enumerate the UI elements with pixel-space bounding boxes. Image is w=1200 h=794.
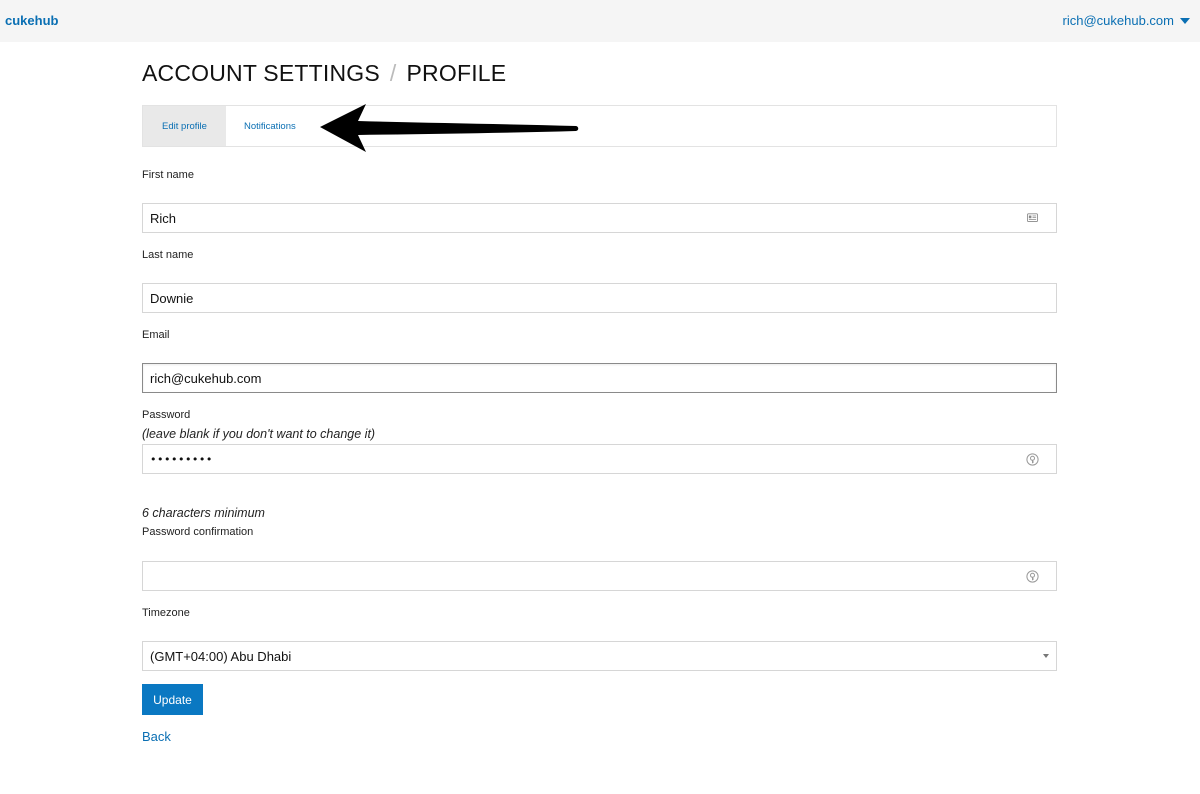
email-input[interactable]	[150, 365, 1010, 391]
caret-down-icon	[1180, 18, 1190, 24]
password-key-icon[interactable]	[1026, 453, 1039, 466]
timezone-selected-value: (GMT+04:00) Abu Dhabi	[150, 648, 292, 664]
password-hint: (leave blank if you don't want to change…	[142, 427, 376, 441]
annotation-arrow	[320, 104, 579, 152]
title-profile: PROFILE	[406, 60, 507, 86]
title-account-settings: ACCOUNT SETTINGS	[142, 60, 380, 86]
password-key-icon[interactable]	[1026, 570, 1039, 583]
title-separator: /	[389, 60, 397, 86]
contact-card-icon[interactable]	[1026, 213, 1039, 224]
top-navbar: cukehub rich@cukehub.com	[0, 0, 1200, 42]
tab-edit-profile[interactable]: Edit profile	[143, 106, 226, 146]
page-title: ACCOUNT SETTINGS / PROFILE	[142, 60, 506, 87]
settings-tabs: Edit profile Notifications	[142, 105, 1057, 147]
last-name-label: Last name	[142, 249, 194, 261]
last-name-field-wrapper	[142, 283, 1057, 313]
update-button[interactable]: Update	[142, 684, 203, 715]
user-menu-dropdown[interactable]: rich@cukehub.com	[1063, 13, 1190, 28]
brand-link[interactable]: cukehub	[5, 13, 58, 28]
password-field-wrapper: •••••••••	[142, 444, 1057, 474]
password-confirmation-input[interactable]	[150, 563, 1010, 589]
timezone-select[interactable]: (GMT+04:00) Abu Dhabi	[142, 641, 1057, 671]
email-label: Email	[142, 329, 170, 341]
chevron-down-icon	[1043, 654, 1049, 658]
user-email: rich@cukehub.com	[1062, 13, 1174, 28]
first-name-input[interactable]	[150, 205, 1010, 231]
password-minimum-note: 6 characters minimum	[142, 506, 265, 520]
last-name-input[interactable]	[150, 285, 1010, 311]
password-confirmation-field-wrapper	[142, 561, 1057, 591]
back-link[interactable]: Back	[142, 729, 171, 744]
password-input[interactable]: •••••••••	[150, 453, 213, 466]
tab-notifications[interactable]: Notifications	[226, 106, 296, 146]
first-name-field-wrapper	[142, 203, 1057, 233]
password-confirmation-label: Password confirmation	[142, 526, 254, 538]
first-name-label: First name	[142, 169, 194, 181]
password-label: Password	[142, 409, 191, 421]
email-field-wrapper	[142, 363, 1057, 393]
timezone-label: Timezone	[142, 607, 190, 619]
